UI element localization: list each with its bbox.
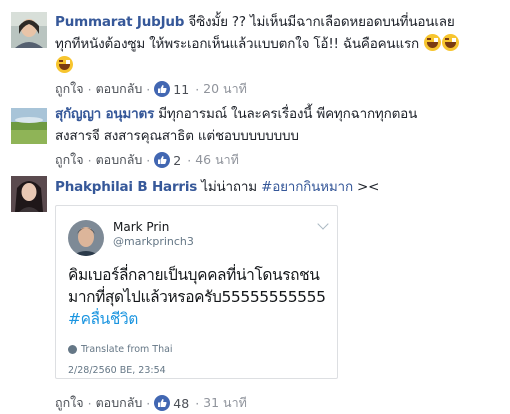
- comment-author[interactable]: สุกัญญา อนุมาตร: [55, 106, 154, 122]
- comment-text: จีซิงมั้ย ?? ไม่เห็นมีฉากเลือดหยอดบนที่น…: [184, 14, 455, 30]
- reply-link[interactable]: ตอบกลับ: [96, 150, 143, 170]
- like-link[interactable]: ถูกใจ: [55, 150, 84, 170]
- translate-link[interactable]: Translate from Thai: [68, 344, 173, 355]
- tweet-text: คิมเบอร์ลี่กลายเป็นบุคคลที่น่าโดนรถชน: [68, 266, 320, 284]
- comment-timestamp[interactable]: 46 นาที: [195, 150, 239, 170]
- comment-text: ไม่น่าถาม: [197, 179, 262, 195]
- separator-dot: ·: [146, 81, 151, 97]
- like-count[interactable]: 11: [173, 82, 189, 97]
- tweet-author-avatar[interactable]: [68, 220, 104, 256]
- thumbs-up-icon[interactable]: [154, 395, 171, 411]
- translate-label[interactable]: Translate from Thai: [81, 344, 173, 355]
- separator-dot: ·: [146, 395, 151, 411]
- separator-dot: ·: [187, 152, 192, 168]
- thumbs-up-icon[interactable]: [154, 81, 171, 97]
- comment-author[interactable]: Pummarat JubJub: [55, 14, 184, 30]
- laughing-emoji-icon: [424, 34, 442, 51]
- laughing-emoji-icon: [442, 34, 460, 51]
- globe-icon: [68, 345, 77, 354]
- separator-dot: ·: [195, 395, 200, 411]
- laughing-emoji-icon: [56, 56, 73, 73]
- comment-timestamp[interactable]: 20 นาที: [203, 79, 247, 99]
- separator-dot: ·: [195, 81, 200, 97]
- avatar[interactable]: [11, 12, 47, 48]
- comment-actions: ถูกใจ · ตอบกลับ · 48 · 31 นาที: [55, 393, 247, 413]
- like-count[interactable]: 2: [173, 153, 181, 168]
- embedded-tweet-card[interactable]: Mark Prin @markprinch3 คิมเบอร์ลี่กลายเป…: [55, 205, 338, 379]
- tweet-author-name[interactable]: Mark Prin: [113, 220, 169, 234]
- tweet-author-handle[interactable]: @markprinch3: [113, 235, 194, 248]
- separator-dot: ·: [87, 152, 92, 168]
- thumbs-up-icon[interactable]: [154, 152, 171, 168]
- separator-dot: ·: [146, 152, 151, 168]
- comment-text: มีทุกอารมณ์ ในละครเรื่องนี้ พีคทุกฉากทุก…: [154, 106, 418, 122]
- comment-actions: ถูกใจ · ตอบกลับ · 2 · 46 นาที: [55, 150, 239, 170]
- comment-text: สงสารจี สงสารคุณสาธิต แต่ชอบบบบบบบบ: [55, 128, 299, 144]
- comment-text: ทุกทีหนังต้องซูม ให้พระเอกเห็นแล้วแบบตกใ…: [55, 36, 419, 52]
- comment-actions: ถูกใจ · ตอบกลับ · 11 · 20 นาที: [55, 79, 247, 99]
- avatar[interactable]: [11, 176, 47, 212]
- reply-link[interactable]: ตอบกลับ: [96, 393, 143, 413]
- separator-dot: ·: [87, 395, 92, 411]
- tweet-hashtag[interactable]: #คลื่นชีวิต: [68, 308, 333, 330]
- like-link[interactable]: ถูกใจ: [55, 79, 84, 99]
- hashtag-link[interactable]: #อยากกินหมาก: [261, 179, 353, 195]
- comment-timestamp[interactable]: 31 นาที: [203, 393, 247, 413]
- comment-author[interactable]: Phakphilai B Harris: [55, 179, 197, 195]
- like-count[interactable]: 48: [173, 396, 189, 411]
- comment-text-suffix: ><: [352, 179, 380, 195]
- tweet-text: มากที่สุดไปแล้วหรอครับ55555555555: [68, 288, 326, 306]
- chevron-down-icon[interactable]: [317, 218, 329, 230]
- reply-link[interactable]: ตอบกลับ: [96, 79, 143, 99]
- tweet-date[interactable]: 2/28/2560 BE, 23:54: [68, 365, 166, 376]
- separator-dot: ·: [87, 81, 92, 97]
- like-link[interactable]: ถูกใจ: [55, 393, 84, 413]
- avatar[interactable]: [11, 108, 47, 144]
